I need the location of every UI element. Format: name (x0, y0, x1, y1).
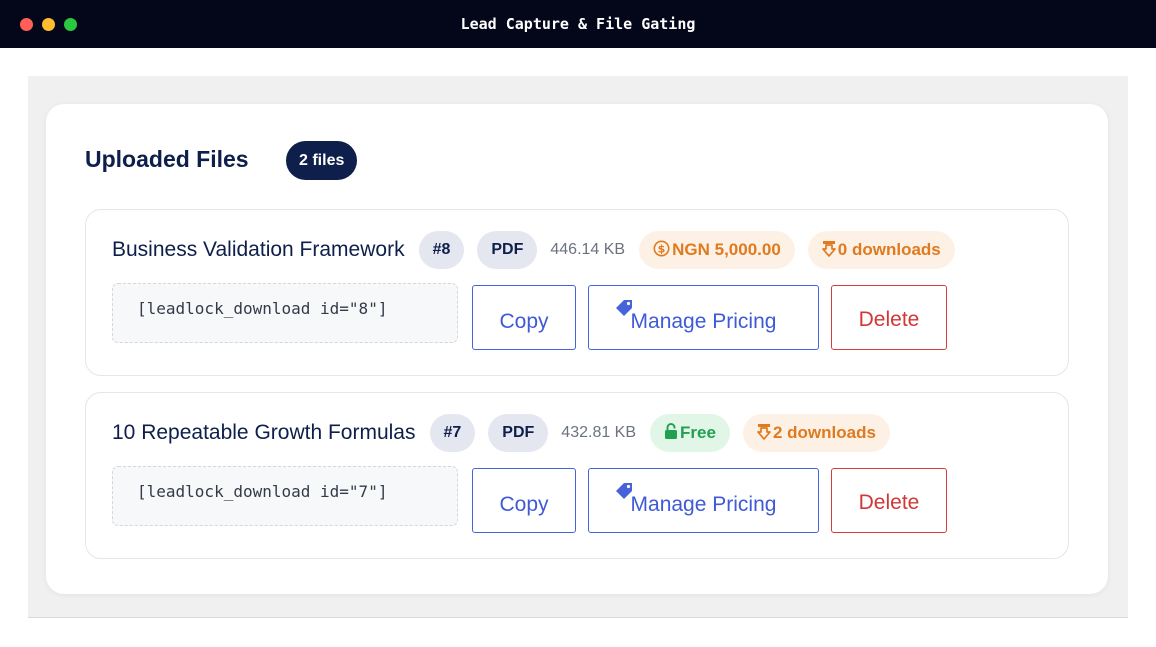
manage-pricing-button[interactable]: Manage Pricing (588, 285, 819, 350)
lock-icon (665, 423, 678, 439)
window-titlebar: Lead Capture & File Gating (0, 0, 1156, 48)
manage-pricing-label: Manage Pricing (630, 309, 777, 333)
file-meta-row: 10 Repeatable Growth Formulas #7 PDF 432… (112, 413, 903, 453)
shortcode-field[interactable]: [leadlock_download id="7"] (112, 466, 458, 526)
file-id-badge: #8 (418, 231, 465, 269)
file-type-badge: PDF (477, 231, 538, 269)
dollar-circle-icon: $ (653, 240, 670, 257)
content-area: Uploaded Files 2 files Business Validati… (28, 76, 1128, 618)
downloads-badge: 2 downloads (742, 414, 890, 452)
tag-icon (616, 483, 632, 499)
file-card: Business Validation Framework #8 PDF 446… (85, 209, 1069, 376)
copy-shortcode-button[interactable]: Copy (472, 285, 576, 350)
tag-icon (616, 300, 632, 316)
delete-file-button[interactable]: Delete (831, 285, 947, 350)
uploaded-files-panel: Uploaded Files 2 files Business Validati… (46, 104, 1108, 594)
file-name: 10 Repeatable Growth Formulas (112, 421, 416, 444)
manage-pricing-button[interactable]: Manage Pricing (588, 468, 819, 533)
price-badge: $ NGN 5,000.00 (639, 231, 795, 269)
file-type-badge: PDF (488, 414, 549, 452)
file-size: 432.81 KB (561, 424, 637, 441)
shortcode-field[interactable]: [leadlock_download id="8"] (112, 283, 458, 343)
panel-title: Uploaded Files (85, 146, 249, 172)
copy-shortcode-button[interactable]: Copy (472, 468, 576, 533)
downloads-count: 0 downloads (837, 240, 941, 259)
free-badge: Free (650, 414, 730, 452)
file-name: Business Validation Framework (112, 238, 405, 261)
file-card: 10 Repeatable Growth Formulas #7 PDF 432… (85, 392, 1069, 559)
downloads-count: 2 downloads (772, 423, 876, 442)
file-id-badge: #7 (429, 414, 476, 452)
price-value: NGN 5,000.00 (672, 240, 781, 259)
file-size: 446.14 KB (550, 241, 626, 258)
price-value: Free (680, 423, 716, 442)
svg-text:$: $ (658, 243, 666, 256)
downloads-badge: 0 downloads (807, 231, 955, 269)
window-title: Lead Capture & File Gating (460, 15, 696, 33)
download-arrow-icon (821, 241, 836, 257)
manage-pricing-label: Manage Pricing (630, 492, 777, 516)
file-meta-row: Business Validation Framework #8 PDF 446… (112, 230, 968, 270)
download-arrow-icon (757, 424, 771, 440)
file-count-badge: 2 files (286, 141, 358, 180)
delete-file-button[interactable]: Delete (831, 468, 947, 533)
